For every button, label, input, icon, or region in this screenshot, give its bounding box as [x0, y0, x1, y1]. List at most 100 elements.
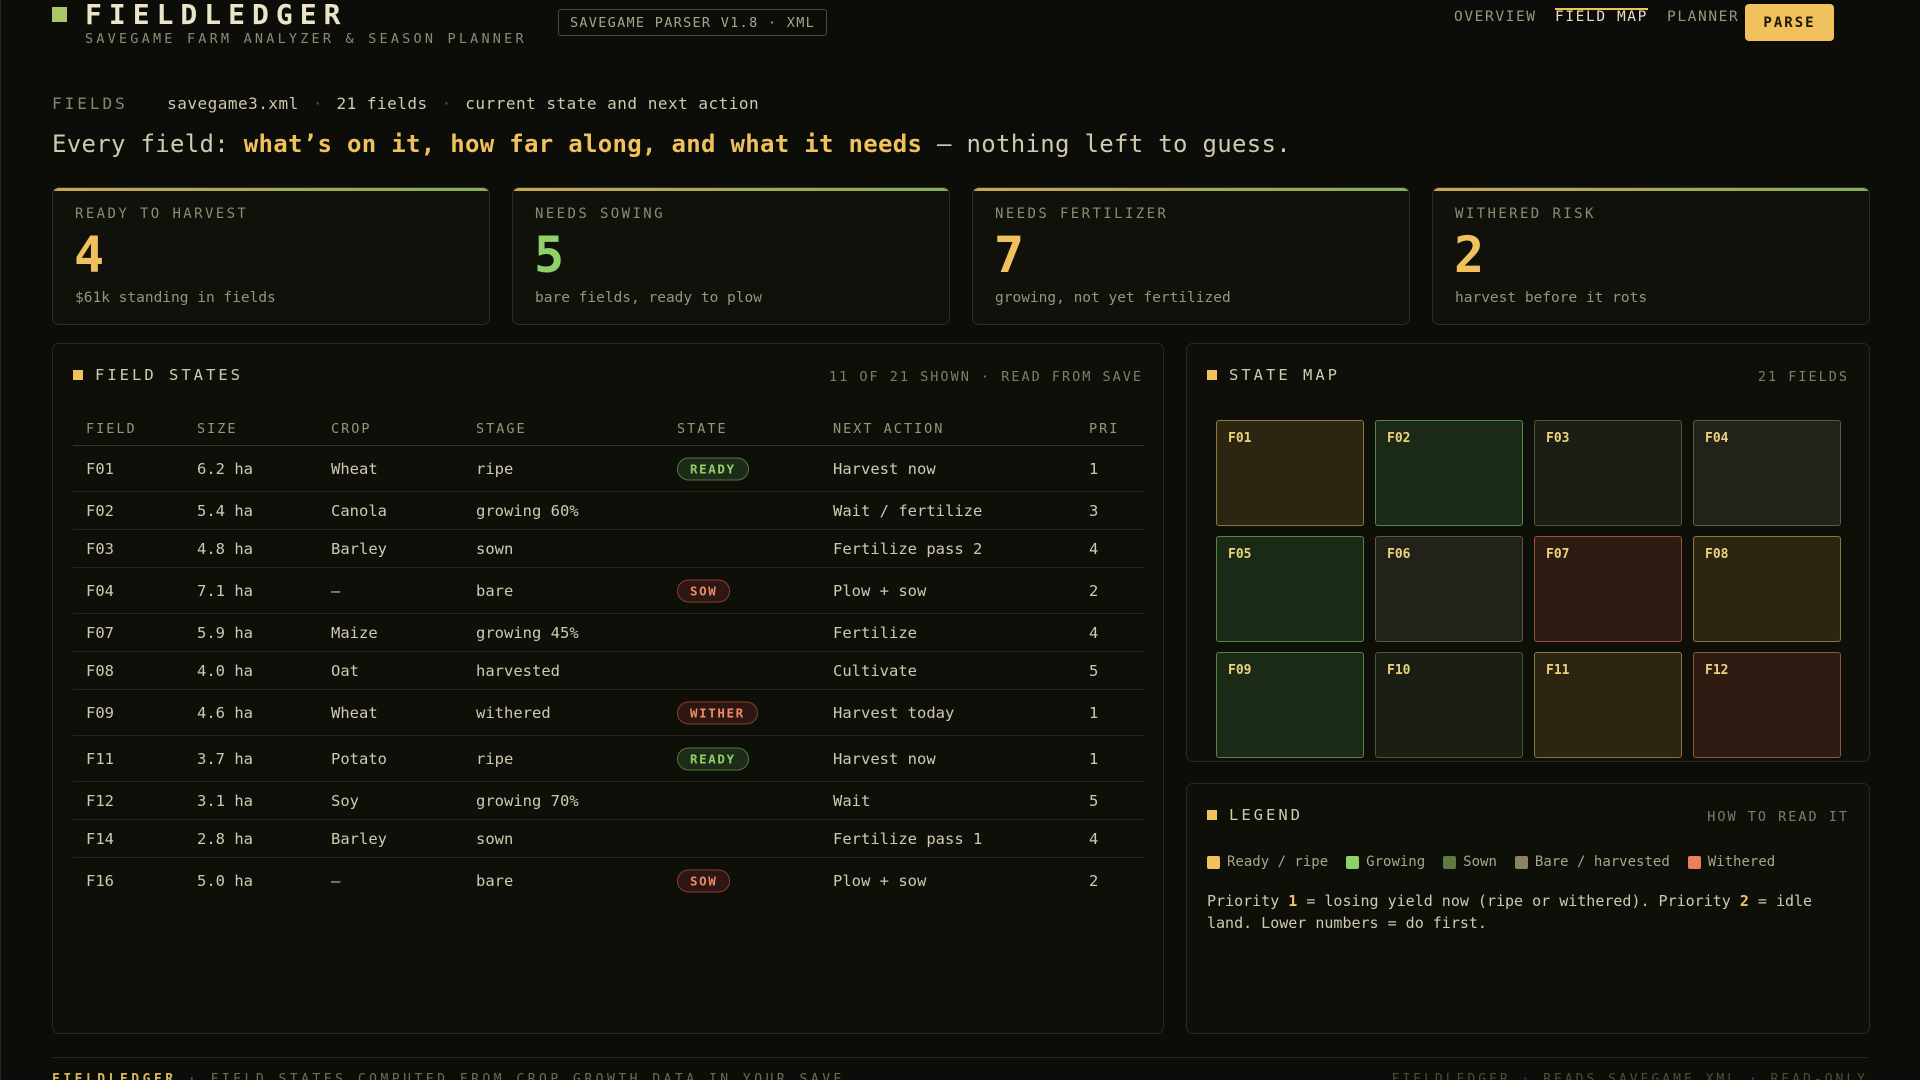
field-tile-label: F08	[1705, 547, 1729, 562]
table-row[interactable]: F09 4.6 ha Wheat withered WITHER Harvest toda…	[73, 690, 1144, 736]
size-cell: 5.4 ha	[197, 501, 253, 520]
headline-lead: Every field:	[52, 130, 244, 158]
table-row[interactable]: F14 2.8 ha Barley sown Fertilize pass 1 4	[73, 820, 1144, 858]
field-tile-f06[interactable]: F06	[1375, 536, 1523, 642]
col-stage[interactable]: STAGE	[476, 421, 527, 437]
footer-divider	[52, 1057, 1868, 1058]
legend-item: Ready / ripe	[1207, 854, 1328, 870]
table-row[interactable]: F04 7.1 ha — bare SOW Plow + sow 2	[73, 568, 1144, 614]
state-badge: READY	[677, 747, 749, 770]
legend-swatch-icon	[1514, 855, 1528, 869]
table-row[interactable]: F07 5.9 ha Maize growing 45% Fertilize 4	[73, 614, 1144, 652]
state-cell: SOW	[677, 869, 731, 893]
priority-cell: 4	[1089, 623, 1099, 642]
panel-marker-icon	[1207, 810, 1217, 820]
field-states-title: FIELD STATES	[73, 366, 243, 384]
field-tile-f03[interactable]: F03	[1534, 420, 1682, 526]
stat-label: READY TO HARVEST	[75, 206, 249, 222]
col-next-action[interactable]: NEXT ACTION	[833, 421, 944, 437]
stage-cell: ripe	[476, 749, 514, 768]
legend-label: Withered	[1707, 854, 1776, 870]
priority-cell: 1	[1089, 459, 1099, 478]
stat-label: NEEDS FERTILIZER	[995, 206, 1169, 222]
state-badge: SOW	[677, 579, 731, 602]
col-field[interactable]: FIELD	[86, 421, 137, 437]
legend-items: Ready / ripe Growing Sown Bare / harvested W…	[1207, 854, 1793, 870]
field-states-table: FIELD SIZE CROP STAGE STATE NEXT ACTION …	[73, 416, 1144, 904]
field-tile-label: F05	[1228, 547, 1252, 562]
field-tile-f07[interactable]: F07	[1534, 536, 1682, 642]
state-map-panel: STATE MAP 21 FIELDS F01 F02 F03 F04 F05 F06 F0…	[1186, 343, 1870, 762]
meta-label: FIELDS	[52, 94, 128, 113]
stat-value: 5	[534, 226, 565, 284]
meta-file: savegame3.xml	[167, 94, 299, 113]
stage-cell: sown	[476, 829, 514, 848]
size-cell: 2.8 ha	[197, 829, 253, 848]
nav-field-map[interactable]: FIELD MAP	[1555, 8, 1648, 25]
crop-cell: Potato	[331, 749, 387, 768]
crop-cell: Barley	[331, 539, 387, 558]
page-headline: Every field: what’s on it, how far along…	[52, 130, 1291, 158]
next-action-cell: Fertilize pass 1	[833, 829, 983, 848]
field-tile-f08[interactable]: F08	[1693, 536, 1841, 642]
panel-marker-icon	[1207, 370, 1217, 380]
field-tile-f11[interactable]: F11	[1534, 652, 1682, 758]
stage-cell: sown	[476, 539, 514, 558]
size-cell: 3.7 ha	[197, 749, 253, 768]
legend-item: Sown	[1443, 854, 1497, 870]
stat-sub: growing, not yet fertilized	[995, 290, 1231, 306]
footer-right: FIELDLEDGER · READS SAVEGAME XML · READ-…	[1391, 1072, 1868, 1080]
stat-label: NEEDS SOWING	[535, 206, 665, 222]
crop-cell: Wheat	[331, 703, 378, 722]
meta-count: 21 fields	[336, 94, 428, 113]
priority-cell: 5	[1089, 791, 1099, 810]
field-tile-f09[interactable]: F09	[1216, 652, 1364, 758]
stat-sub: harvest before it rots	[1455, 290, 1648, 306]
size-cell: 7.1 ha	[197, 581, 253, 600]
table-row[interactable]: F08 4.0 ha Oat harvested Cultivate 5	[73, 652, 1144, 690]
state-badge: WITHER	[677, 701, 758, 724]
stage-cell: growing 60%	[476, 501, 579, 520]
field-cell: F11	[86, 749, 114, 768]
col-state[interactable]: STATE	[677, 421, 728, 437]
col-crop[interactable]: CROP	[331, 421, 372, 437]
field-tile-f12[interactable]: F12	[1693, 652, 1841, 758]
crop-cell: Wheat	[331, 459, 378, 478]
field-tile-f01[interactable]: F01	[1216, 420, 1364, 526]
brand-name: FIELDLEDGER	[85, 0, 348, 31]
stage-cell: growing 70%	[476, 791, 579, 810]
stat-card-withered: WITHERED RISK 2 harvest before it rots	[1432, 187, 1870, 325]
table-row[interactable]: F03 4.8 ha Barley sown Fertilize pass 2 4	[73, 530, 1144, 568]
priority-cell: 1	[1089, 749, 1099, 768]
field-tile-f05[interactable]: F05	[1216, 536, 1364, 642]
field-tile-label: F04	[1705, 431, 1729, 446]
table-row[interactable]: F01 6.2 ha Wheat ripe READY Harvest now 1	[73, 446, 1144, 492]
fields-meta: FIELDS savegame3.xml · 21 fields · current s…	[52, 94, 760, 113]
field-tile-f02[interactable]: F02	[1375, 420, 1523, 526]
field-cell: F03	[86, 539, 114, 558]
next-action-cell: Harvest today	[833, 703, 955, 722]
legend-swatch-icon	[1687, 855, 1701, 869]
legend-item: Bare / harvested	[1514, 854, 1670, 870]
nav-planner[interactable]: PLANNER	[1667, 9, 1739, 25]
field-states-meta: 11 OF 21 SHOWN · READ FROM SAVE	[829, 369, 1143, 385]
field-tile-f10[interactable]: F10	[1375, 652, 1523, 758]
nav-overview[interactable]: OVERVIEW	[1454, 9, 1537, 25]
priority-cell: 3	[1089, 501, 1099, 520]
col-size[interactable]: SIZE	[197, 421, 238, 437]
field-cell: F16	[86, 872, 114, 890]
headline-tail: — nothing left to guess.	[922, 130, 1291, 158]
field-tile-f04[interactable]: F04	[1693, 420, 1841, 526]
field-cell: F08	[86, 661, 114, 680]
table-row[interactable]: F11 3.7 ha Potato ripe READY Harvest now 1	[73, 736, 1144, 782]
table-row[interactable]: F02 5.4 ha Canola growing 60% Wait / fertili…	[73, 492, 1144, 530]
field-cell: F01	[86, 459, 114, 478]
table-row[interactable]: F12 3.1 ha Soy growing 70% Wait 5	[73, 782, 1144, 820]
field-tile-label: F09	[1228, 663, 1252, 678]
stat-label: WITHERED RISK	[1455, 206, 1596, 222]
parse-button[interactable]: PARSE	[1745, 4, 1834, 41]
col-priority[interactable]: PRI	[1089, 421, 1119, 437]
field-cell: F02	[86, 501, 114, 520]
priority-cell: 1	[1089, 703, 1099, 722]
table-row[interactable]: F16 5.0 ha — bare SOW Plow + sow 2	[73, 858, 1144, 904]
